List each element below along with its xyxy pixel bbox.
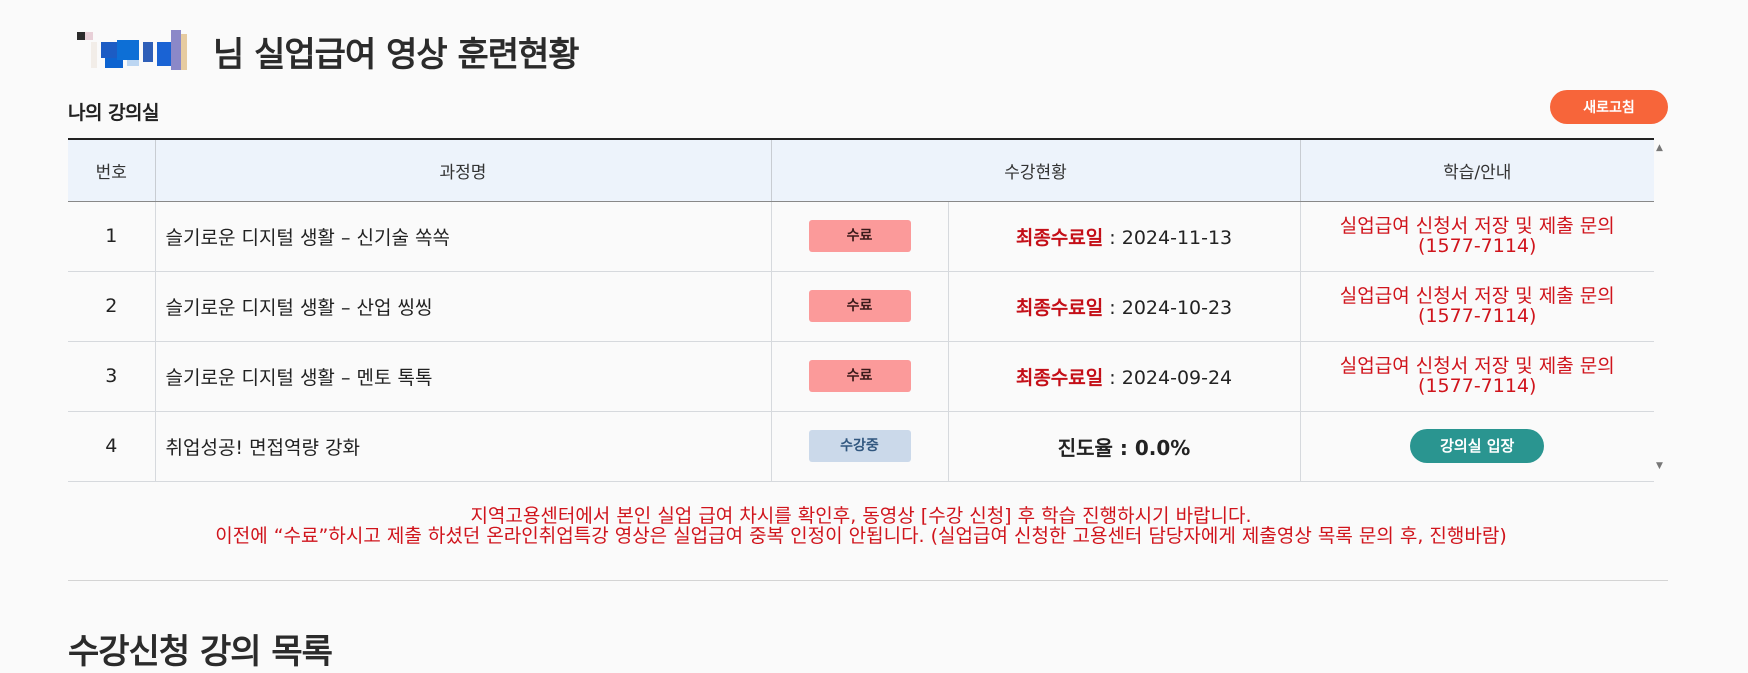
status-cell: 수료 — [770, 201, 948, 272]
final-completion-label: 최종수료일 — [1015, 366, 1104, 389]
enter-classroom-button[interactable]: 강의실 입장 — [1410, 429, 1545, 463]
status-cell: 수강중 — [770, 411, 948, 482]
inquiry-phone: (1577-7114) — [1418, 235, 1537, 257]
course-name: 슬기로운 디지털 생활 – 멘토 톡톡 — [154, 341, 771, 412]
table-row: 1 슬기로운 디지털 생활 – 신기술 쏙쏙 수료 최종수료일 : 2024-1… — [68, 201, 1654, 272]
col-header-guide: 학습/안내 — [1299, 138, 1654, 202]
status-badge: 수료 — [808, 220, 911, 252]
course-name: 슬기로운 디지털 생활 – 산업 씽씽 — [154, 271, 771, 342]
col-header-course: 과정명 — [154, 138, 771, 202]
status-badge: 수강중 — [808, 430, 911, 462]
notice: 지역고용센터에서 본인 실업 급여 차시를 확인후, 동영상 [수강 신청] 후… — [68, 506, 1654, 546]
table-header-row: 번호 과정명 수강현황 학습/안내 — [68, 138, 1654, 202]
refresh-button[interactable]: 새로고침 — [1550, 90, 1668, 124]
guide-cell: 실업급여 신청서 저장 및 제출 문의 (1577-7114) — [1299, 201, 1654, 272]
course-name: 슬기로운 디지털 생활 – 신기술 쏙쏙 — [154, 201, 771, 272]
final-completion-date: : 2024-09-24 — [1103, 366, 1233, 389]
completion-date-cell: 최종수료일 : 2024-10-23 — [947, 271, 1300, 342]
divider — [68, 580, 1668, 581]
col-header-number: 번호 — [68, 138, 155, 202]
completion-date-cell: 최종수료일 : 2024-11-13 — [947, 201, 1300, 272]
course-name: 취업성공! 면접역량 강화 — [154, 411, 771, 482]
masked-user-name — [77, 30, 209, 72]
scroll-down-arrow-icon[interactable]: ▼ — [1656, 462, 1664, 471]
row-number: 1 — [68, 201, 155, 272]
inquiry-text: 실업급여 신청서 저장 및 제출 문의 — [1339, 285, 1615, 307]
inquiry-phone: (1577-7114) — [1418, 375, 1537, 397]
scroll-up-arrow-icon[interactable]: ▲ — [1656, 144, 1664, 153]
col-header-status: 수강현황 — [770, 138, 1300, 202]
status-cell: 수료 — [770, 341, 948, 412]
page-title: 님 실업급여 영상 훈련현황 — [213, 34, 580, 75]
status-cell: 수료 — [770, 271, 948, 342]
inquiry-text: 실업급여 신청서 저장 및 제출 문의 — [1339, 215, 1615, 237]
status-badge: 수료 — [808, 290, 911, 322]
completion-date-cell: 최종수료일 : 2024-09-24 — [947, 341, 1300, 412]
progress-rate: 진도율 : 0.0% — [1057, 435, 1191, 460]
section-title-my-classroom: 나의 강의실 — [68, 102, 160, 124]
page-header: 님 실업급여 영상 훈련현황 — [77, 26, 580, 76]
notice-line-1: 지역고용센터에서 본인 실업 급여 차시를 확인후, 동영상 [수강 신청] 후… — [470, 505, 1252, 527]
final-completion-label: 최종수료일 — [1015, 296, 1104, 319]
notice-line-2: 이전에 “수료”하시고 제출 하셨던 온라인취업특강 영상은 실업급여 중복 인… — [215, 525, 1507, 547]
course-list-title: 수강신청 강의 목록 — [68, 632, 333, 672]
row-number: 4 — [68, 411, 155, 482]
table-row: 4 취업성공! 면접역량 강화 수강중 진도율 : 0.0% 강의실 입장 — [68, 411, 1654, 482]
guide-cell: 실업급여 신청서 저장 및 제출 문의 (1577-7114) — [1299, 271, 1654, 342]
guide-cell: 강의실 입장 — [1299, 411, 1654, 482]
table-row: 2 슬기로운 디지털 생활 – 산업 씽씽 수료 최종수료일 : 2024-10… — [68, 271, 1654, 342]
final-completion-label: 최종수료일 — [1015, 226, 1104, 249]
table-row: 3 슬기로운 디지털 생활 – 멘토 톡톡 수료 최종수료일 : 2024-09… — [68, 341, 1654, 412]
guide-cell: 실업급여 신청서 저장 및 제출 문의 (1577-7114) — [1299, 341, 1654, 412]
row-number: 2 — [68, 271, 155, 342]
final-completion-date: : 2024-11-13 — [1103, 226, 1233, 249]
inquiry-phone: (1577-7114) — [1418, 305, 1537, 327]
inquiry-text: 실업급여 신청서 저장 및 제출 문의 — [1339, 355, 1615, 377]
status-badge: 수료 — [808, 360, 911, 392]
row-number: 3 — [68, 341, 155, 412]
final-completion-date: : 2024-10-23 — [1103, 296, 1233, 319]
classroom-table: 번호 과정명 수강현황 학습/안내 1 슬기로운 디지털 생활 – 신기술 쏙쏙… — [68, 138, 1654, 482]
progress-cell: 진도율 : 0.0% — [947, 411, 1300, 482]
